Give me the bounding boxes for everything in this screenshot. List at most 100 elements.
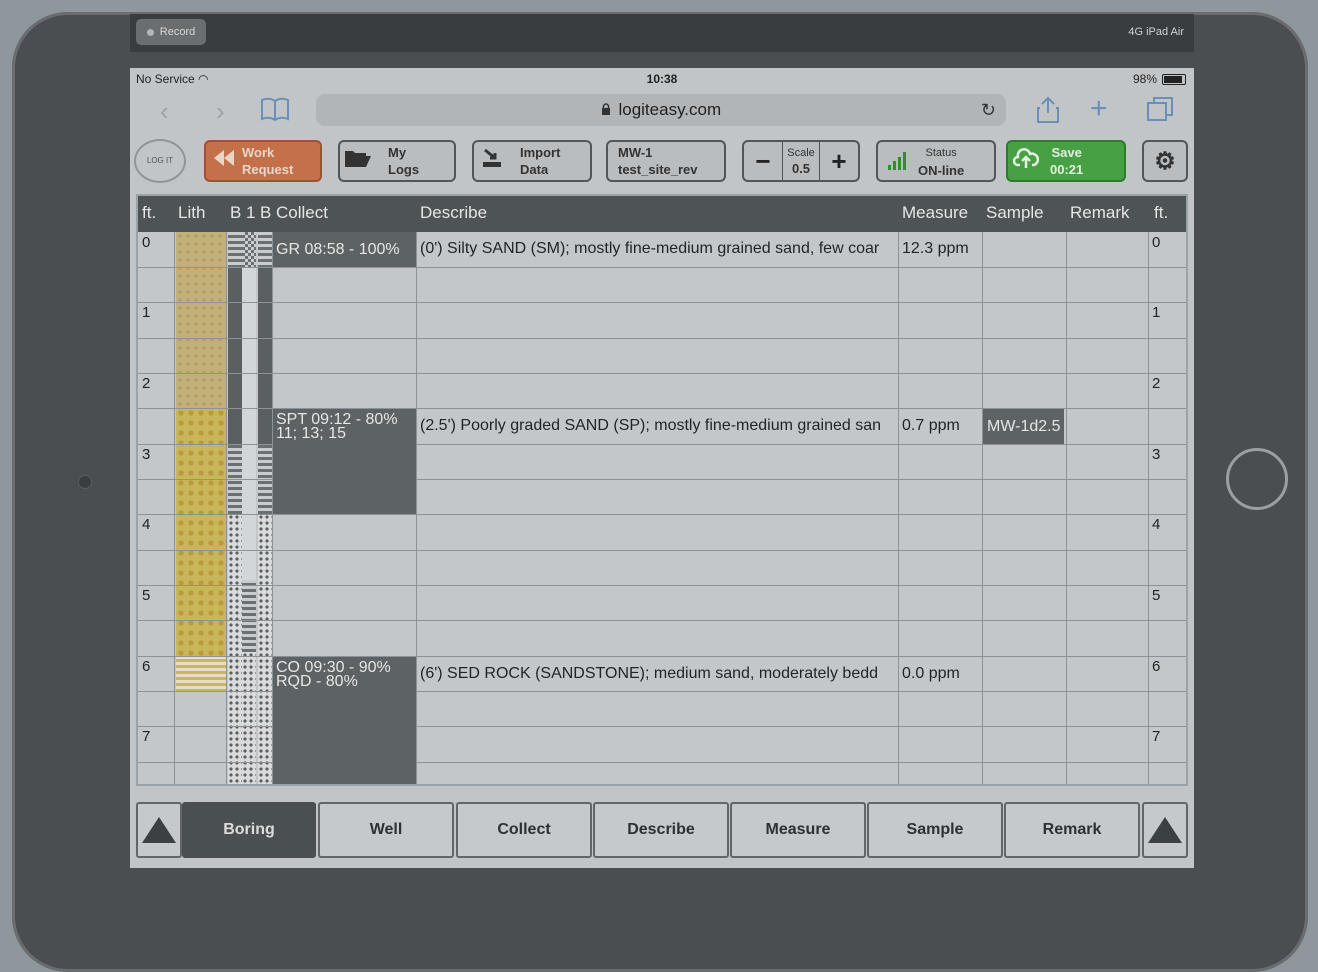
collect-cell[interactable]: SPT 09:12 - 80% 11; 13; 15 <box>273 409 416 514</box>
status-value: ON-line <box>918 163 965 178</box>
screen: No Service ◠ 10:38 98% ‹ › logiteasy.com… <box>130 68 1194 868</box>
boring-left-filter <box>228 514 242 784</box>
depth-label: 3 <box>142 446 151 463</box>
boring-right-cuttings <box>258 232 272 268</box>
boring-left-cuttings <box>228 232 242 268</box>
depth-label: 6 <box>142 658 151 675</box>
depth-label: 4 <box>142 516 151 533</box>
save-label: Save <box>1051 145 1082 160</box>
status-display: Status ON-line <box>918 143 964 179</box>
well-screen-lower <box>242 652 256 784</box>
collect-cell[interactable]: CO 09:30 - 90% RQD - 80% <box>273 657 416 784</box>
work-request-button[interactable]: Work Request <box>204 140 322 182</box>
settings-button[interactable]: ⚙ <box>1142 140 1188 182</box>
import-data-label: Import Data <box>520 145 561 177</box>
scale-increase-button[interactable]: + <box>820 146 858 177</box>
table-body: 0 1 2 3 4 5 6 7 0 1 2 3 4 5 6 7 GR 08:58… <box>138 232 1186 784</box>
scale-display: Scale 0.5 <box>782 142 820 180</box>
boring-right-filter <box>258 514 272 784</box>
battery-status: 98% <box>1133 72 1186 86</box>
measure-cell[interactable]: 12.3 ppm <box>902 240 980 258</box>
scroll-up-left-button[interactable] <box>136 802 182 858</box>
describe-cell[interactable]: (0') Silty SAND (SM); mostly fine-medium… <box>420 240 896 258</box>
share-icon[interactable] <box>1036 96 1060 131</box>
home-button[interactable] <box>1226 448 1288 510</box>
header-lith: Lith <box>178 203 206 222</box>
tab-sample[interactable]: Sample <box>867 802 1003 858</box>
tab-well[interactable]: Well <box>318 802 454 858</box>
tab-collect[interactable]: Collect <box>456 802 592 858</box>
record-dot-icon <box>146 28 154 36</box>
measure-cell[interactable]: 0.7 ppm <box>902 417 980 435</box>
log-name-label: MW-1 test_site_rev <box>618 145 698 177</box>
measure-cell[interactable]: 0.0 ppm <box>902 665 980 683</box>
header-sample: Sample <box>986 203 1044 222</box>
tabs-icon[interactable] <box>1146 96 1174 129</box>
depth-label: 3 <box>1152 446 1161 463</box>
record-button[interactable]: Record <box>136 19 206 45</box>
triangle-up-icon <box>142 817 176 843</box>
depth-label: 6 <box>1152 658 1161 675</box>
log-selector-button[interactable]: MW-1 test_site_rev <box>606 140 726 182</box>
scale-control: − Scale 0.5 + <box>742 140 860 182</box>
boring-left-casing <box>228 268 242 444</box>
table-header: ft. Lith B 1 B Collect Describe Measure … <box>138 196 1186 232</box>
url-field[interactable]: logiteasy.com ↻ <box>316 94 1006 126</box>
scale-label: Scale <box>787 147 815 159</box>
browser-url-bar: ‹ › logiteasy.com ↻ + <box>130 90 1194 130</box>
tab-measure[interactable]: Measure <box>730 802 866 858</box>
boring-right-casing <box>258 268 272 444</box>
bottom-tab-bar: Boring Well Collect Describe Measure Sam… <box>130 802 1194 862</box>
device-label: 4G iPad Air <box>1128 26 1184 38</box>
battery-percent: 98% <box>1132 72 1157 86</box>
my-logs-button[interactable]: My Logs <box>338 140 456 182</box>
status-label: Status <box>925 147 957 159</box>
lith-sandstone <box>176 656 226 692</box>
describe-cell[interactable]: (6') SED ROCK (SANDSTONE); medium sand, … <box>420 665 896 683</box>
depth-label: 7 <box>142 728 151 745</box>
header-b-right: B <box>260 203 272 222</box>
save-button[interactable]: Save 00:21 <box>1006 140 1126 182</box>
bookmarks-icon[interactable] <box>260 96 290 128</box>
depth-label: 1 <box>1152 304 1161 321</box>
header-describe: Describe <box>420 203 488 222</box>
tab-describe[interactable]: Describe <box>593 802 729 858</box>
recording-bar: Record 4G iPad Air <box>130 14 1194 52</box>
scale-value: 0.5 <box>791 161 811 176</box>
work-request-label: Work Request <box>242 145 294 177</box>
my-logs-label: My Logs <box>388 145 420 177</box>
tab-boring[interactable]: Boring <box>182 802 316 858</box>
header-remark: Remark <box>1070 203 1130 222</box>
header-b-left: B <box>230 203 242 222</box>
well-cap <box>242 232 256 268</box>
back-icon[interactable]: ‹ <box>160 96 169 127</box>
tab-remark[interactable]: Remark <box>1004 802 1140 858</box>
scale-decrease-button[interactable]: − <box>744 146 782 177</box>
lock-icon <box>601 103 615 118</box>
clock: 10:38 <box>646 72 678 86</box>
import-data-button[interactable]: Import Data <box>472 140 592 182</box>
folder-open-icon <box>340 148 376 174</box>
forward-icon[interactable]: › <box>216 96 225 127</box>
logiteasy-logo: LOG IT EASY <box>134 139 186 205</box>
describe-cell[interactable]: (2.5') Poorly graded SAND (SP); mostly f… <box>420 417 896 435</box>
lith-poorly-graded-sand <box>176 408 226 656</box>
reload-icon[interactable]: ↻ <box>981 94 996 126</box>
gear-icon: ⚙ <box>1154 147 1176 175</box>
save-display: Save 00:21 <box>1050 144 1083 178</box>
camera-icon <box>78 475 92 489</box>
depth-label: 0 <box>142 234 151 251</box>
depth-label: 5 <box>1152 587 1161 604</box>
depth-label: 0 <box>1152 234 1161 251</box>
record-label: Record <box>159 26 196 38</box>
depth-label: 5 <box>142 587 151 604</box>
status-button[interactable]: Status ON-line <box>876 140 996 182</box>
app-toolbar: LOG IT EASY Work Request My Logs Import … <box>130 134 1194 205</box>
depth-label: 4 <box>1152 516 1161 533</box>
new-tab-icon[interactable]: + <box>1090 92 1108 126</box>
scroll-up-right-button[interactable] <box>1142 802 1188 858</box>
status-bar: No Service ◠ 10:38 98% <box>130 68 1194 90</box>
boring-log-table: ft. Lith B 1 B Collect Describe Measure … <box>136 194 1188 786</box>
collect-cell[interactable]: GR 08:58 - 100% <box>273 232 416 267</box>
sample-cell[interactable]: MW-1d2.5 <box>983 409 1064 444</box>
